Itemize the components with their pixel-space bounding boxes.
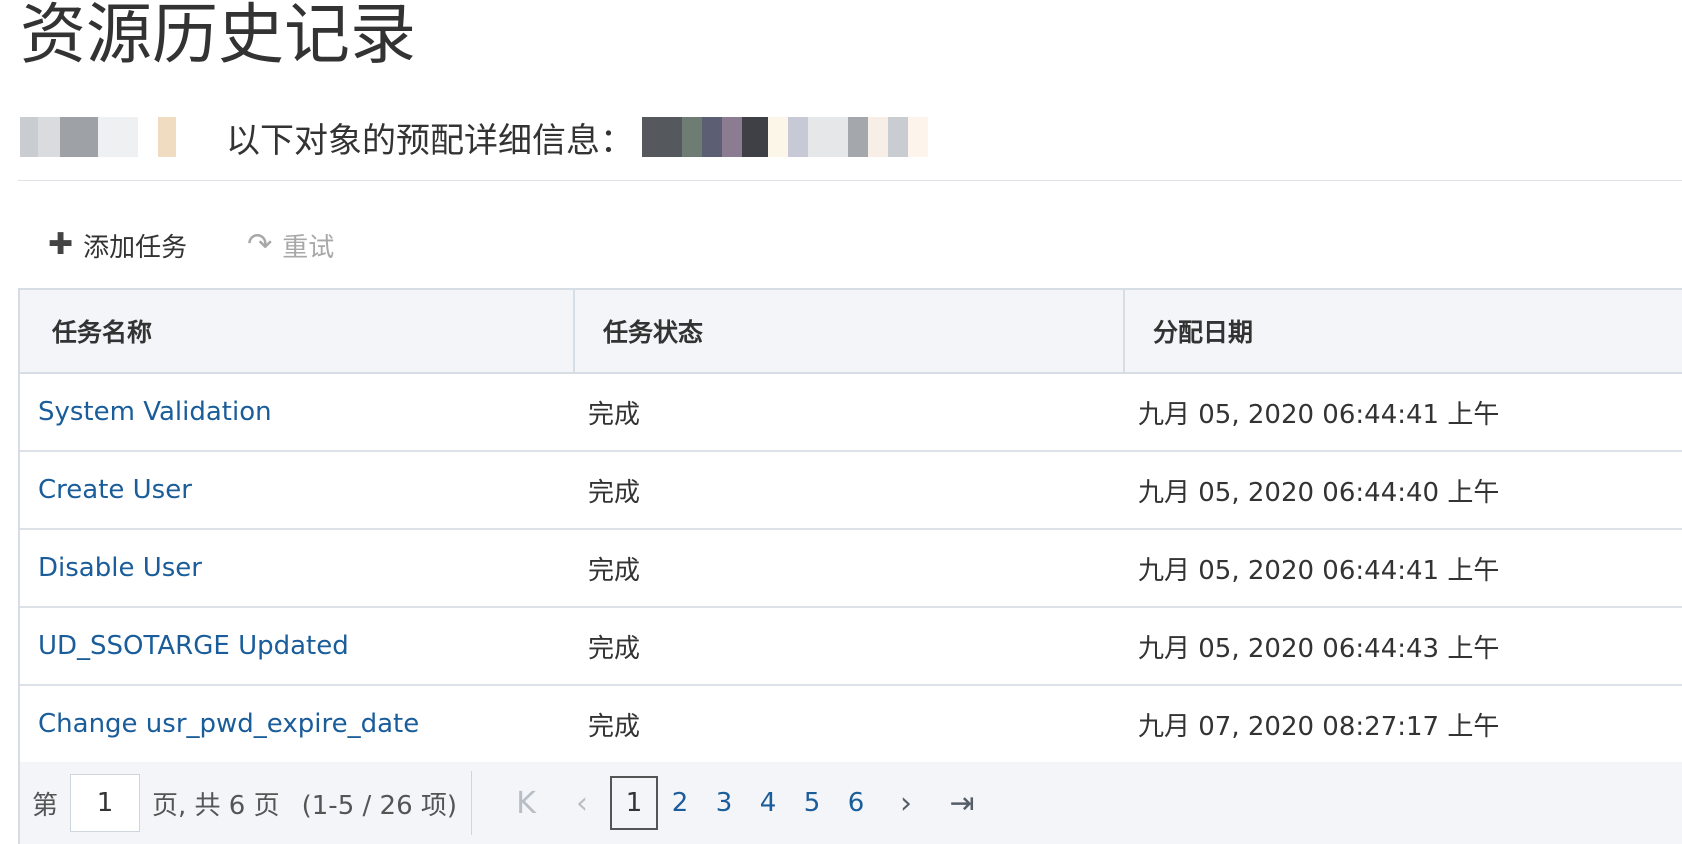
table-row: System Validation 完成 九月 05, 2020 06:44:4… [20, 373, 1682, 452]
first-page-icon[interactable]: K [498, 786, 554, 821]
task-status-cell: 完成 [574, 529, 1124, 608]
subtitle-text: 以下对象的预配详细信息： [226, 120, 634, 161]
pagination-bar: 第 页, 共 6 页 (1-5 / 26 项) K ‹ 1 2 3 4 5 6 … [18, 762, 1682, 844]
pager-divider [471, 771, 473, 835]
assigned-date-cell: 九月 05, 2020 06:44:40 上午 [1124, 451, 1682, 530]
page-link[interactable]: 6 [834, 788, 878, 818]
column-header-assigned-date[interactable]: 分配日期 [1124, 290, 1682, 374]
retry-button[interactable]: ↷ 重试 [247, 227, 334, 264]
task-name-cell: Disable User [20, 529, 574, 608]
prev-page-icon[interactable]: ‹ [554, 786, 610, 821]
task-status-cell: 完成 [574, 451, 1124, 530]
page-link[interactable]: 4 [746, 788, 790, 818]
page-link-current[interactable]: 1 [610, 776, 659, 830]
page-number-input[interactable] [70, 774, 141, 832]
add-task-label: 添加任务 [83, 232, 188, 263]
task-link[interactable]: System Validation [38, 397, 272, 427]
retry-label: 重试 [282, 232, 335, 263]
assigned-date-cell: 九月 05, 2020 06:44:41 上午 [1124, 373, 1682, 452]
task-status-cell: 完成 [574, 607, 1124, 686]
redo-icon: ↷ [247, 227, 273, 262]
task-link[interactable]: Create User [38, 475, 192, 505]
table-row: Disable User 完成 九月 05, 2020 06:44:41 上午 [20, 529, 1682, 608]
page-link[interactable]: 5 [790, 788, 834, 818]
table-header-row: 任务名称 任务状态 分配日期 [20, 290, 1682, 374]
task-name-cell: Create User [20, 451, 574, 530]
task-name-cell: UD_SSOTARGE Updated [20, 607, 574, 686]
table-row: Create User 完成 九月 05, 2020 06:44:40 上午 [20, 451, 1682, 530]
page-link[interactable]: 2 [658, 788, 702, 818]
column-header-task-name[interactable]: 任务名称 [20, 290, 575, 374]
next-page-icon[interactable]: › [878, 786, 934, 821]
plus-icon: ✚ [48, 227, 74, 262]
task-status-cell: 完成 [574, 685, 1124, 764]
task-link[interactable]: Change usr_pwd_expire_date [38, 709, 419, 739]
assigned-date-cell: 九月 07, 2020 08:27:17 上午 [1124, 685, 1682, 764]
page-link[interactable]: 3 [702, 788, 746, 818]
column-header-task-status[interactable]: 任务状态 [574, 290, 1125, 374]
assigned-date-cell: 九月 05, 2020 06:44:43 上午 [1124, 607, 1682, 686]
task-table: 任务名称 任务状态 分配日期 System Validation 完成 九月 0… [18, 288, 1682, 764]
redacted-block [642, 117, 928, 157]
assigned-date-cell: 九月 05, 2020 06:44:41 上午 [1124, 529, 1682, 608]
page-title: 资源历史记录 [20, 0, 416, 73]
redacted-block [20, 117, 216, 157]
add-task-button[interactable]: ✚ 添加任务 [48, 227, 187, 264]
task-link[interactable]: UD_SSOTARGE Updated [38, 631, 349, 661]
page-suffix-label: 页, 共 6 页 [152, 790, 280, 821]
page-prefix-label: 第 [32, 790, 59, 821]
task-name-cell: System Validation [20, 373, 574, 452]
item-range-summary: (1-5 / 26 项) [301, 790, 458, 821]
header-divider [18, 180, 1682, 181]
task-name-cell: Change usr_pwd_expire_date [20, 685, 574, 764]
subtitle-row: 以下对象的预配详细信息： [20, 112, 934, 162]
table-row: UD_SSOTARGE Updated 完成 九月 05, 2020 06:44… [20, 607, 1682, 686]
task-link[interactable]: Disable User [38, 553, 202, 583]
task-status-cell: 完成 [574, 373, 1124, 452]
toolbar: ✚ 添加任务 ↷ 重试 [48, 220, 334, 270]
last-page-icon[interactable]: ⇥ [934, 786, 990, 821]
table-row: Change usr_pwd_expire_date 完成 九月 07, 202… [20, 685, 1682, 764]
